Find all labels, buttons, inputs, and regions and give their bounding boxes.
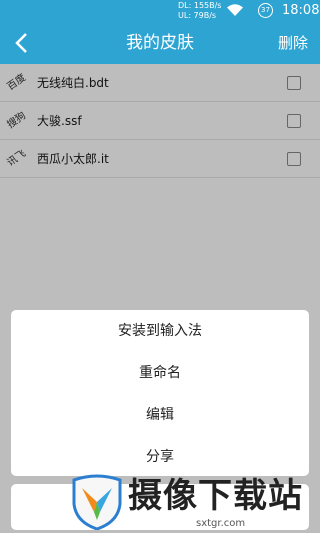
wifi-icon: [227, 4, 243, 16]
skin-list: 百度 无线纯白.bdt 搜狗 大骏.ssf 讯飞 西瓜小太郎.it: [0, 64, 320, 178]
action-sheet: 安装到输入法 重命名 编辑 分享: [11, 310, 309, 476]
page-title: 我的皮肤: [126, 33, 194, 53]
skin-row[interactable]: 百度 无线纯白.bdt: [0, 64, 320, 102]
share-button[interactable]: 分享: [11, 436, 309, 478]
watermark: 摄像下载站 sxtgr.com: [70, 474, 320, 533]
watermark-text: 摄像下载站: [128, 476, 303, 516]
status-bar: DL: 155B/s UL: 79B/s 37 18:08: [0, 0, 320, 22]
edit-button[interactable]: 编辑: [11, 394, 309, 436]
install-to-ime-button[interactable]: 安装到输入法: [11, 310, 309, 352]
skin-name: 西瓜小太郎.it: [37, 152, 109, 166]
skin-checkbox[interactable]: [287, 152, 301, 166]
skin-checkbox[interactable]: [287, 114, 301, 128]
skin-name: 大骏.ssf: [37, 114, 82, 128]
source-logo-icon: 搜狗: [5, 110, 29, 131]
delete-button[interactable]: 删除: [278, 22, 308, 64]
clock: 18:08: [282, 3, 320, 18]
source-logo-icon: 讯飞: [5, 148, 29, 169]
title-bar: 我的皮肤 删除: [0, 22, 320, 64]
back-arrow-icon[interactable]: [10, 30, 36, 56]
skin-row[interactable]: 讯飞 西瓜小太郎.it: [0, 140, 320, 178]
network-speed: DL: 155B/s UL: 79B/s: [178, 1, 221, 21]
battery-icon: 37: [258, 3, 273, 18]
rename-button[interactable]: 重命名: [11, 352, 309, 394]
upload-speed: UL: 79B/s: [178, 11, 217, 20]
skin-checkbox[interactable]: [287, 76, 301, 90]
skin-row[interactable]: 搜狗 大骏.ssf: [0, 102, 320, 140]
download-speed: DL: 155B/s: [178, 1, 222, 10]
source-logo-icon: 百度: [5, 72, 29, 93]
watermark-url: sxtgr.com: [196, 518, 246, 529]
skin-name: 无线纯白.bdt: [37, 76, 109, 90]
shield-logo-icon: [72, 474, 122, 530]
